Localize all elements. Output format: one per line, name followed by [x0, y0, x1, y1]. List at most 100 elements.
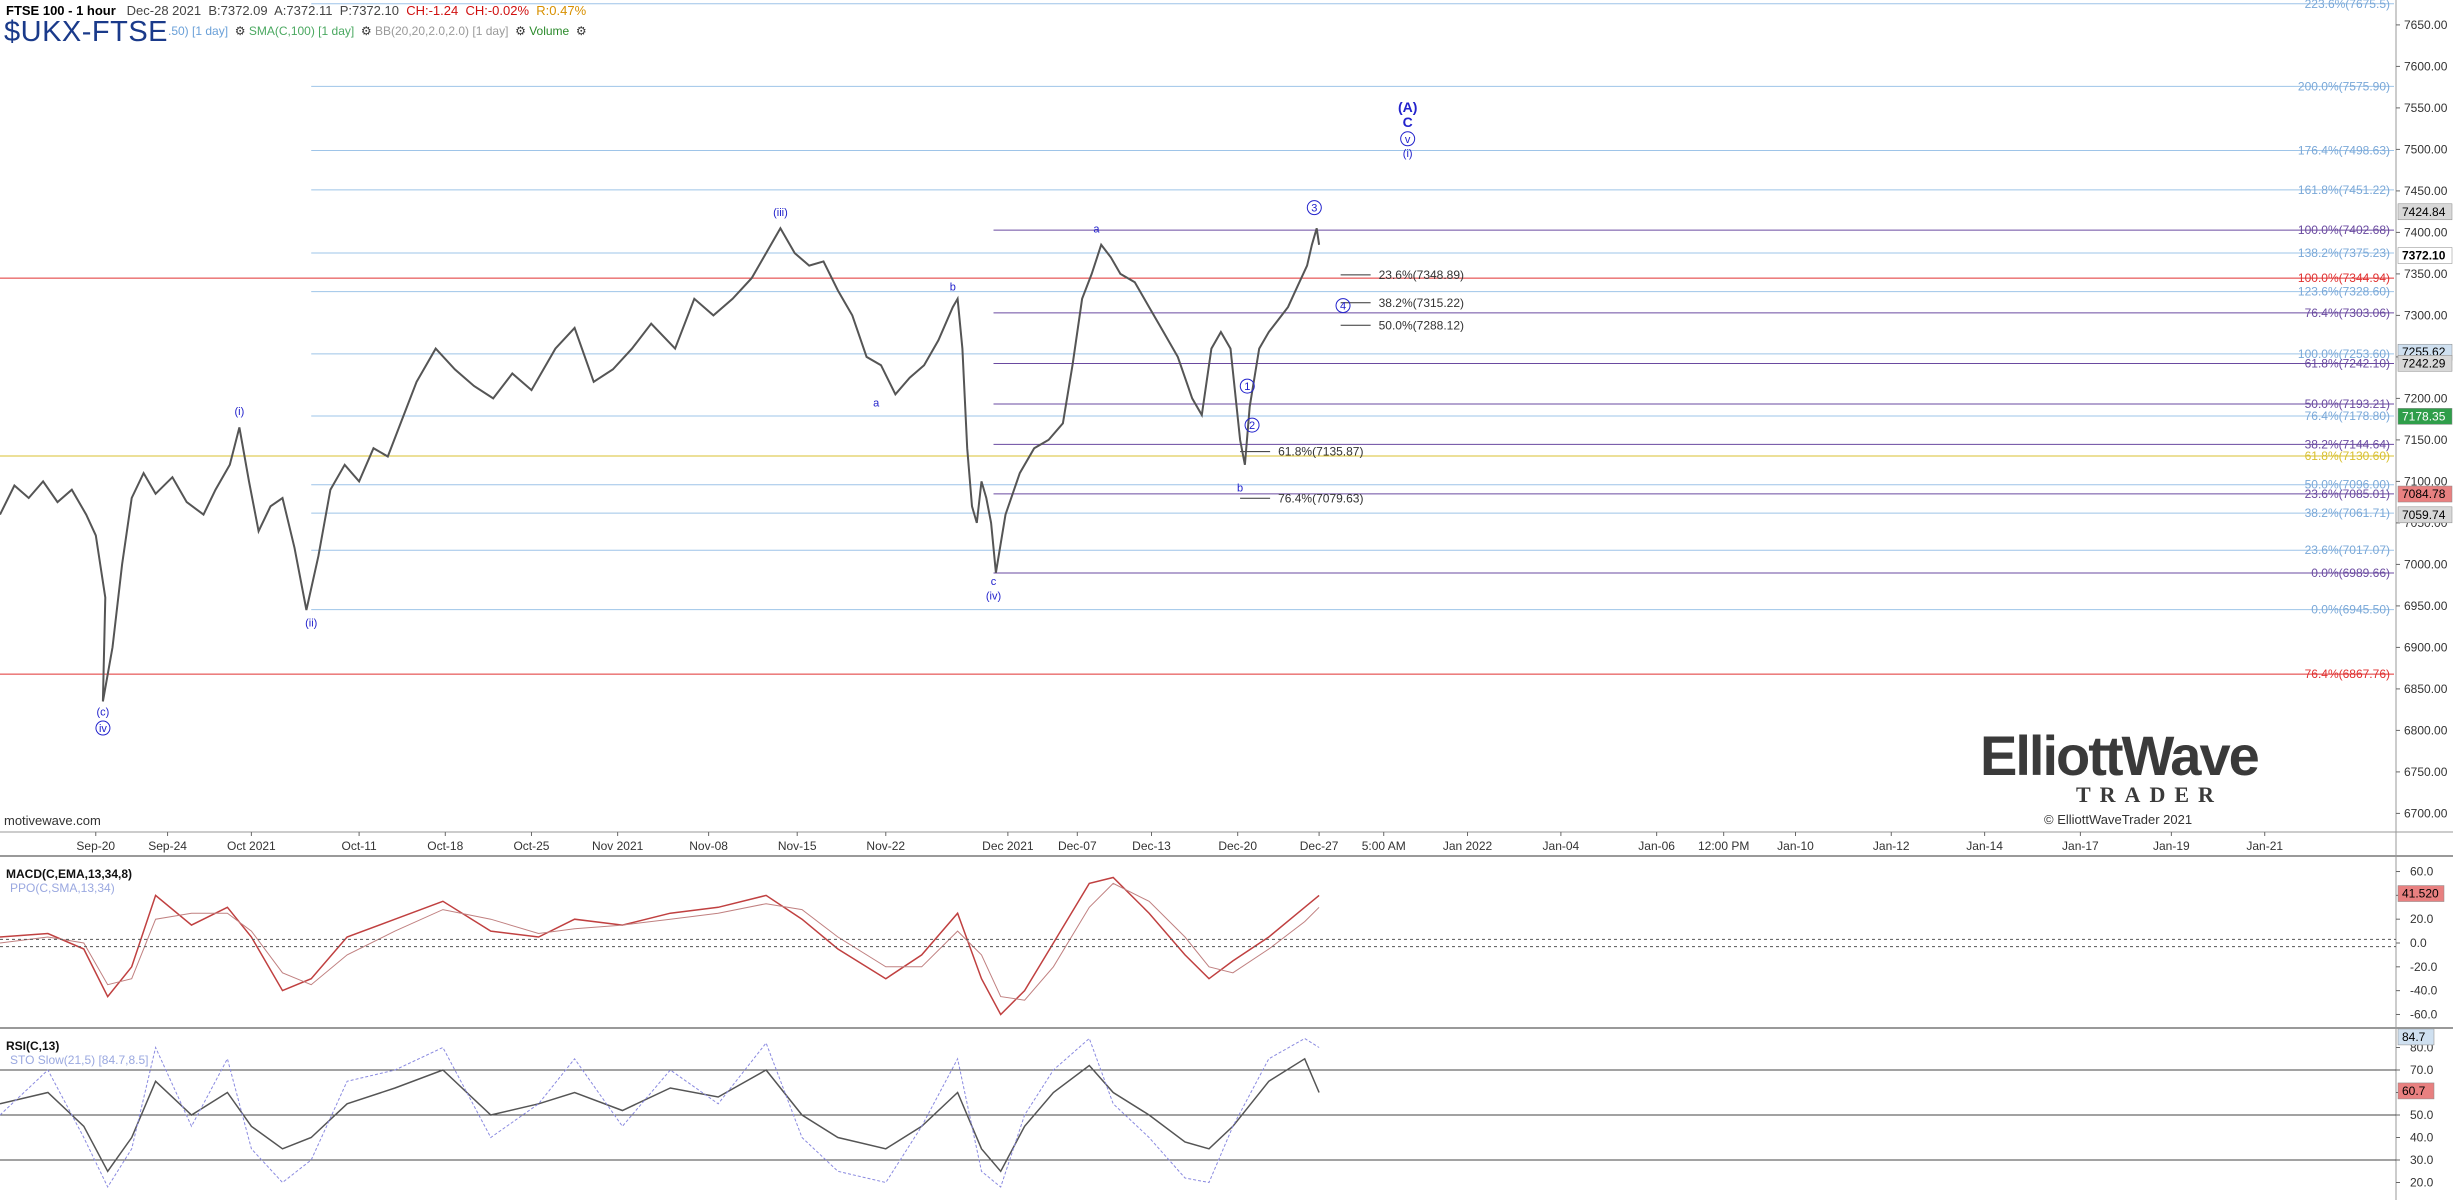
time-axis-label: Dec-13: [1132, 839, 1171, 853]
time-axis-label: Oct-18: [427, 839, 463, 853]
time-axis-label: Sep-20: [76, 839, 115, 853]
price-tag-label: 7084.78: [2402, 487, 2446, 501]
gear-icon[interactable]: ⚙: [515, 24, 526, 38]
fib-level-label: 138.2%(7375.23): [2298, 246, 2390, 260]
wave-label: b: [950, 282, 956, 294]
panel-axis-label: -40.0: [2410, 984, 2438, 998]
panel-axis-label: 40.0: [2410, 1131, 2434, 1145]
panel-title: MACD(C,EMA,13,34,8): [6, 867, 132, 881]
panel-subtitle: STO Slow(21,5) [84.7,8.5]: [10, 1053, 149, 1067]
time-axis-label: Oct-25: [513, 839, 549, 853]
symbol-label: $UKX-FTSE: [4, 16, 169, 48]
short-fib-label: 23.6%(7348.89): [1379, 268, 1464, 282]
price-tag-label: 7424.84: [2402, 205, 2446, 219]
time-axis-label: Nov-15: [778, 839, 817, 853]
price-axis-label: 6900.00: [2404, 640, 2448, 654]
rsi-tag-label: 60.7: [2402, 1084, 2426, 1098]
price-axis-label: 6800.00: [2404, 723, 2448, 737]
rsi-panel[interactable]: RSI(C,13)STO Slow(21,5) [84.7,8.5]80.070…: [0, 1028, 2435, 1190]
panel-axis-label: -60.0: [2410, 1007, 2438, 1021]
fib-level-label: 38.2%(7061.71): [2305, 506, 2390, 520]
panel-axis-label: -20.0: [2410, 960, 2438, 974]
time-axis-label: Jan-19: [2153, 839, 2190, 853]
gear-icon[interactable]: ⚙: [235, 24, 246, 38]
gear-icon[interactable]: ⚙: [576, 24, 587, 38]
wave-label: 4: [1340, 301, 1346, 313]
price-tag-label: 7242.29: [2402, 356, 2446, 370]
fib-level-label: 100.0%(7402.68): [2298, 223, 2390, 237]
wave-label: (i): [235, 406, 245, 418]
overlay-bb[interactable]: BB(20,20,2.0,2.0) [1 day]: [375, 24, 508, 38]
logo-subtitle: TRADER: [2076, 782, 2223, 807]
time-axis-label: Dec-07: [1058, 839, 1097, 853]
price-tag-label: 7372.10: [2402, 249, 2446, 263]
quote-bid: B:7372.09: [208, 3, 268, 18]
panel-axis-label: 70.0: [2410, 1063, 2434, 1077]
short-fib-label: 61.8%(7135.87): [1278, 445, 1363, 459]
price-series: [0, 226, 1321, 702]
price-axis-label: 6850.00: [2404, 682, 2448, 696]
overlay-legend: .50) [1 day] ⚙ SMA(C,100) [1 day] ⚙ BB(2…: [168, 24, 587, 38]
panel-axis-label: 20.0: [2410, 912, 2434, 926]
time-axis-label: Jan-12: [1873, 839, 1910, 853]
macd-panel[interactable]: MACD(C,EMA,13,34,8)PPO(C,SMA,13,34) 60.0 4…: [0, 865, 2445, 1022]
source-label: motivewave.com: [4, 813, 101, 828]
overlay-volume[interactable]: Volume: [529, 24, 569, 38]
price-axis-label: 6950.00: [2404, 599, 2448, 613]
quote-price: P:7372.10: [339, 3, 399, 18]
time-axis-label: Jan-17: [2062, 839, 2099, 853]
overlay-ma[interactable]: .50) [1 day]: [168, 24, 228, 38]
time-axis-label: Dec-20: [1218, 839, 1257, 853]
wave-label: (iii): [773, 207, 788, 219]
quote-ask: A:7372.11: [274, 3, 333, 18]
fib-level-label: 200.0%(7575.90): [2298, 79, 2390, 93]
time-axis-label: Sep-24: [148, 839, 187, 853]
macd-series: [0, 876, 1320, 1016]
elliottwave-logo: ElliottWave TRADER © ElliottWaveTrader 2…: [1980, 728, 2280, 828]
wave-label: c: [991, 576, 997, 588]
panel-axis-label: 50.0: [2410, 1108, 2434, 1122]
wave-label: (iv): [986, 590, 1001, 602]
fib-level-label: 76.4%(6867.76): [2305, 667, 2390, 681]
wave-label: (i): [1403, 148, 1413, 160]
price-panel[interactable]: 223.6%(7675.5) 200.0%(7575.90) 176.4%(7498…: [0, 0, 2394, 736]
panel-title: RSI(C,13): [6, 1039, 59, 1053]
price-axis-label: 7350.00: [2404, 267, 2448, 281]
price-tag-label: 7059.74: [2402, 508, 2446, 522]
price-axis-label: 7300.00: [2404, 308, 2448, 322]
time-axis: Sep-20 Sep-24 Oct 2021 Oct-11 Oct-18 Oct-25 No…: [76, 832, 2283, 853]
wave-label: (A): [1398, 99, 1417, 115]
time-axis-label: Oct-11: [342, 839, 377, 853]
time-axis-label: Nov-08: [689, 839, 728, 853]
fib-level-label: 76.4%(7178.80): [2305, 409, 2390, 423]
short-fib-label: 38.2%(7315.22): [1379, 296, 1464, 310]
panel-axis-label: 0.0: [2410, 936, 2427, 950]
fib-level-label: 176.4%(7498.63): [2298, 144, 2390, 158]
price-axis-label: 7000.00: [2404, 557, 2448, 571]
short-fib-label: 50.0%(7288.12): [1379, 318, 1464, 332]
wave-label: a: [1093, 223, 1100, 235]
time-axis-label: Dec 2021: [982, 839, 1034, 853]
short-fib-label: 76.4%(7079.63): [1278, 491, 1363, 505]
panel-axis-label: 20.0: [2410, 1176, 2434, 1190]
panel-subtitle: PPO(C,SMA,13,34): [10, 881, 115, 895]
price-axis-label: 7650.00: [2404, 18, 2448, 32]
price-axis-label: 7600.00: [2404, 59, 2448, 73]
price-axis-label: 7550.00: [2404, 101, 2448, 115]
price-axis-label: 7200.00: [2404, 391, 2448, 405]
fib-level-label: 100.0%(7344.94): [2298, 271, 2390, 285]
time-axis-label: Jan 2022: [1443, 839, 1493, 853]
quote-change-pct: CH:-0.02%: [465, 3, 530, 18]
wave-label: C: [1403, 114, 1413, 130]
fib-level-label: 61.8%(7242.10): [2305, 356, 2390, 370]
price-axis-label: 6750.00: [2404, 765, 2448, 779]
price-axis-label: 7500.00: [2404, 142, 2448, 156]
chart-canvas[interactable]: 223.6%(7675.5) 200.0%(7575.90) 176.4%(7498…: [0, 0, 2453, 1200]
fib-level-label: 0.0%(6945.50): [2311, 603, 2390, 617]
gear-icon[interactable]: ⚙: [361, 24, 372, 38]
overlay-sma[interactable]: SMA(C,100) [1 day]: [249, 24, 354, 38]
logo-copyright: © ElliottWaveTrader 2021: [2044, 812, 2193, 827]
wave-label: v: [1405, 134, 1411, 146]
fib-level-label: 61.8%(7130.60): [2305, 449, 2390, 463]
time-axis-label: Jan-04: [1543, 839, 1580, 853]
